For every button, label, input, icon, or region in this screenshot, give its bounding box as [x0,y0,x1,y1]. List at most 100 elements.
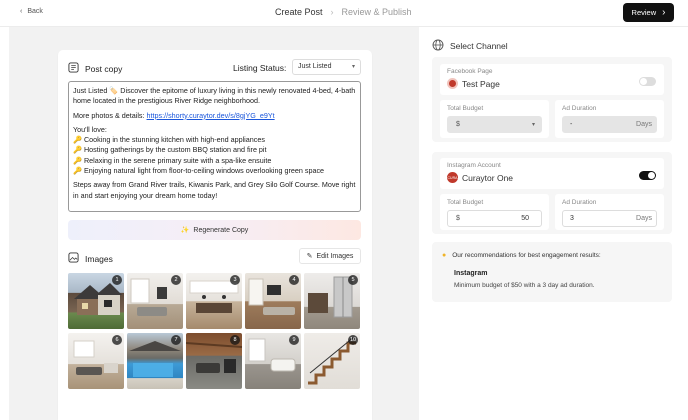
image-number-badge: 7 [171,335,181,345]
instagram-toggle[interactable] [639,171,656,180]
instagram-budget-box: Total Budget $ 50 [440,194,549,230]
post-copy-header: Post copy [68,62,122,75]
facebook-page-title: Test Page [462,78,500,89]
image-thumbnail[interactable]: 3 [186,273,242,329]
pencil-icon: ✎ [306,253,313,260]
image-number-badge: 3 [230,275,240,285]
images-header: Images [68,252,113,265]
facebook-avatar [447,78,458,89]
step-create-post: Create Post [275,7,323,17]
review-label: Review [631,8,657,17]
image-thumbnail[interactable]: 5 [304,273,360,329]
facebook-channel-card: Facebook Page Test Page Total Budget $ ▾… [432,57,672,142]
image-number-badge: 1 [112,275,122,285]
copy-closing: Steps away from Grand River trails, Kiwa… [73,180,356,200]
image-thumbnail[interactable]: 6 [68,333,124,389]
caret-down-icon: ▾ [351,64,355,70]
image-number-badge: 2 [171,275,181,285]
back-button[interactable]: ‹ Back [20,8,43,15]
document-icon [68,62,79,75]
facebook-page-name: Test Page [447,78,500,89]
recommendation-box: ● Our recommendations for best engagemen… [432,242,672,302]
select-channel-title: Select Channel [450,41,508,51]
chevron-right-icon: › [330,7,334,17]
days-suffix: Days [636,121,652,128]
instagram-duration-box: Ad Duration 3 Days [555,194,664,230]
lightbulb-icon: ● [442,252,447,259]
copy-paragraph: Just Listed 🏷️ Discover the epitome of l… [73,86,356,106]
sparkle-icon: ✨ [180,227,190,234]
review-button[interactable]: Review › [623,3,674,22]
recommendation-title: Our recommendations for best engagement … [452,252,601,259]
edit-images-label: Edit Images [316,252,354,260]
post-copy-title: Post copy [85,63,123,74]
edit-images-button[interactable]: ✎ Edit Images [299,248,361,264]
instagram-avatar: CURA [447,172,458,183]
recommendation-channel: Instagram [454,270,488,277]
instagram-duration-input[interactable]: 3 Days [562,210,657,227]
instagram-budget-label: Total Budget [447,199,484,206]
toggle-knob [648,172,655,179]
facebook-duration-value: - [570,121,573,128]
image-number-badge: 10 [348,335,358,345]
image-number-badge: 8 [230,335,240,345]
post-card: Post copy Listing Status: Just Listed ▾ … [58,50,372,420]
instagram-channel-card: Instagram Account CURA Curaytor One Tota… [432,152,672,234]
facebook-duration-box: Ad Duration - Days [555,100,664,138]
days-suffix: Days [636,215,652,222]
image-number-badge: 4 [289,275,299,285]
instagram-budget-input[interactable]: $ 50 [447,210,542,227]
facebook-budget-box: Total Budget $ ▾ [440,100,549,138]
image-thumbnail[interactable]: 2 [127,273,183,329]
image-thumbnail[interactable]: 4 [245,273,301,329]
instagram-account-row: Instagram Account CURA Curaytor One [440,158,664,189]
copy-love-intro: You'll love: [73,124,107,134]
step-indicator: Create Post › Review & Publish [275,7,412,17]
recommendation-header: ● Our recommendations for best engagemen… [442,252,601,259]
step-review-publish: Review & Publish [341,7,412,17]
top-bar: ‹ Back Create Post › Review & Publish Re… [0,0,688,27]
photos-prefix: More photos & details: [73,110,147,120]
image-number-badge: 6 [112,335,122,345]
listing-status-label: Listing Status: [233,63,287,73]
currency-symbol: $ [456,121,460,128]
facebook-budget-select[interactable]: $ ▾ [447,116,542,133]
facebook-duration-label: Ad Duration [562,105,597,112]
caret-down-icon: ▾ [531,122,535,128]
chevron-right-icon: › [662,7,666,18]
regenerate-label: Regenerate Copy [193,226,249,234]
image-thumbnail[interactable]: 8 [186,333,242,389]
images-title: Images [85,253,113,264]
recommendation-text: Minimum budget of $50 with a 3 day ad du… [454,282,595,289]
toggle-knob [640,78,647,85]
regenerate-copy-button[interactable]: ✨ Regenerate Copy [68,220,361,240]
instagram-account-title: Curaytor One [462,172,514,183]
copy-bullet: 🔑 Relaxing in the serene primary suite w… [73,155,272,165]
copy-bullet: 🔑 Enjoying natural light from floor-to-c… [73,166,325,176]
image-thumbnail[interactable]: 10 [304,333,360,389]
instagram-duration-label: Ad Duration [562,199,597,206]
facebook-page-label: Facebook Page [447,68,493,75]
listing-status-value: Just Listed [298,63,332,70]
image-thumbnail[interactable]: 7 [127,333,183,389]
back-label: Back [27,8,43,15]
image-number-badge: 9 [289,335,299,345]
copy-bullet: 🔑 Cooking in the stunning kitchen with h… [73,135,265,145]
image-icon [68,252,79,265]
currency-symbol: $ [456,215,460,222]
photos-link[interactable]: https://shorty.curaytor.dev/s/8gjYG_e9Yt [147,111,275,120]
facebook-budget-label: Total Budget [447,105,484,112]
instagram-budget-value: 50 [521,215,529,222]
instagram-account-label: Instagram Account [447,162,501,169]
image-number-badge: 5 [348,275,358,285]
listing-status-select[interactable]: Just Listed ▾ [292,59,361,75]
instagram-account-name: CURA Curaytor One [447,172,513,183]
facebook-duration-input[interactable]: - Days [562,116,657,133]
image-thumbnail[interactable]: 1 [68,273,124,329]
post-copy-textarea[interactable]: Just Listed 🏷️ Discover the epitome of l… [68,81,361,212]
image-grid: 1 2 3 4 5 6 7 8 9 10 [68,273,360,389]
facebook-toggle[interactable] [639,77,656,86]
facebook-account-row: Facebook Page Test Page [440,64,664,95]
globe-icon [432,39,444,53]
image-thumbnail[interactable]: 9 [245,333,301,389]
